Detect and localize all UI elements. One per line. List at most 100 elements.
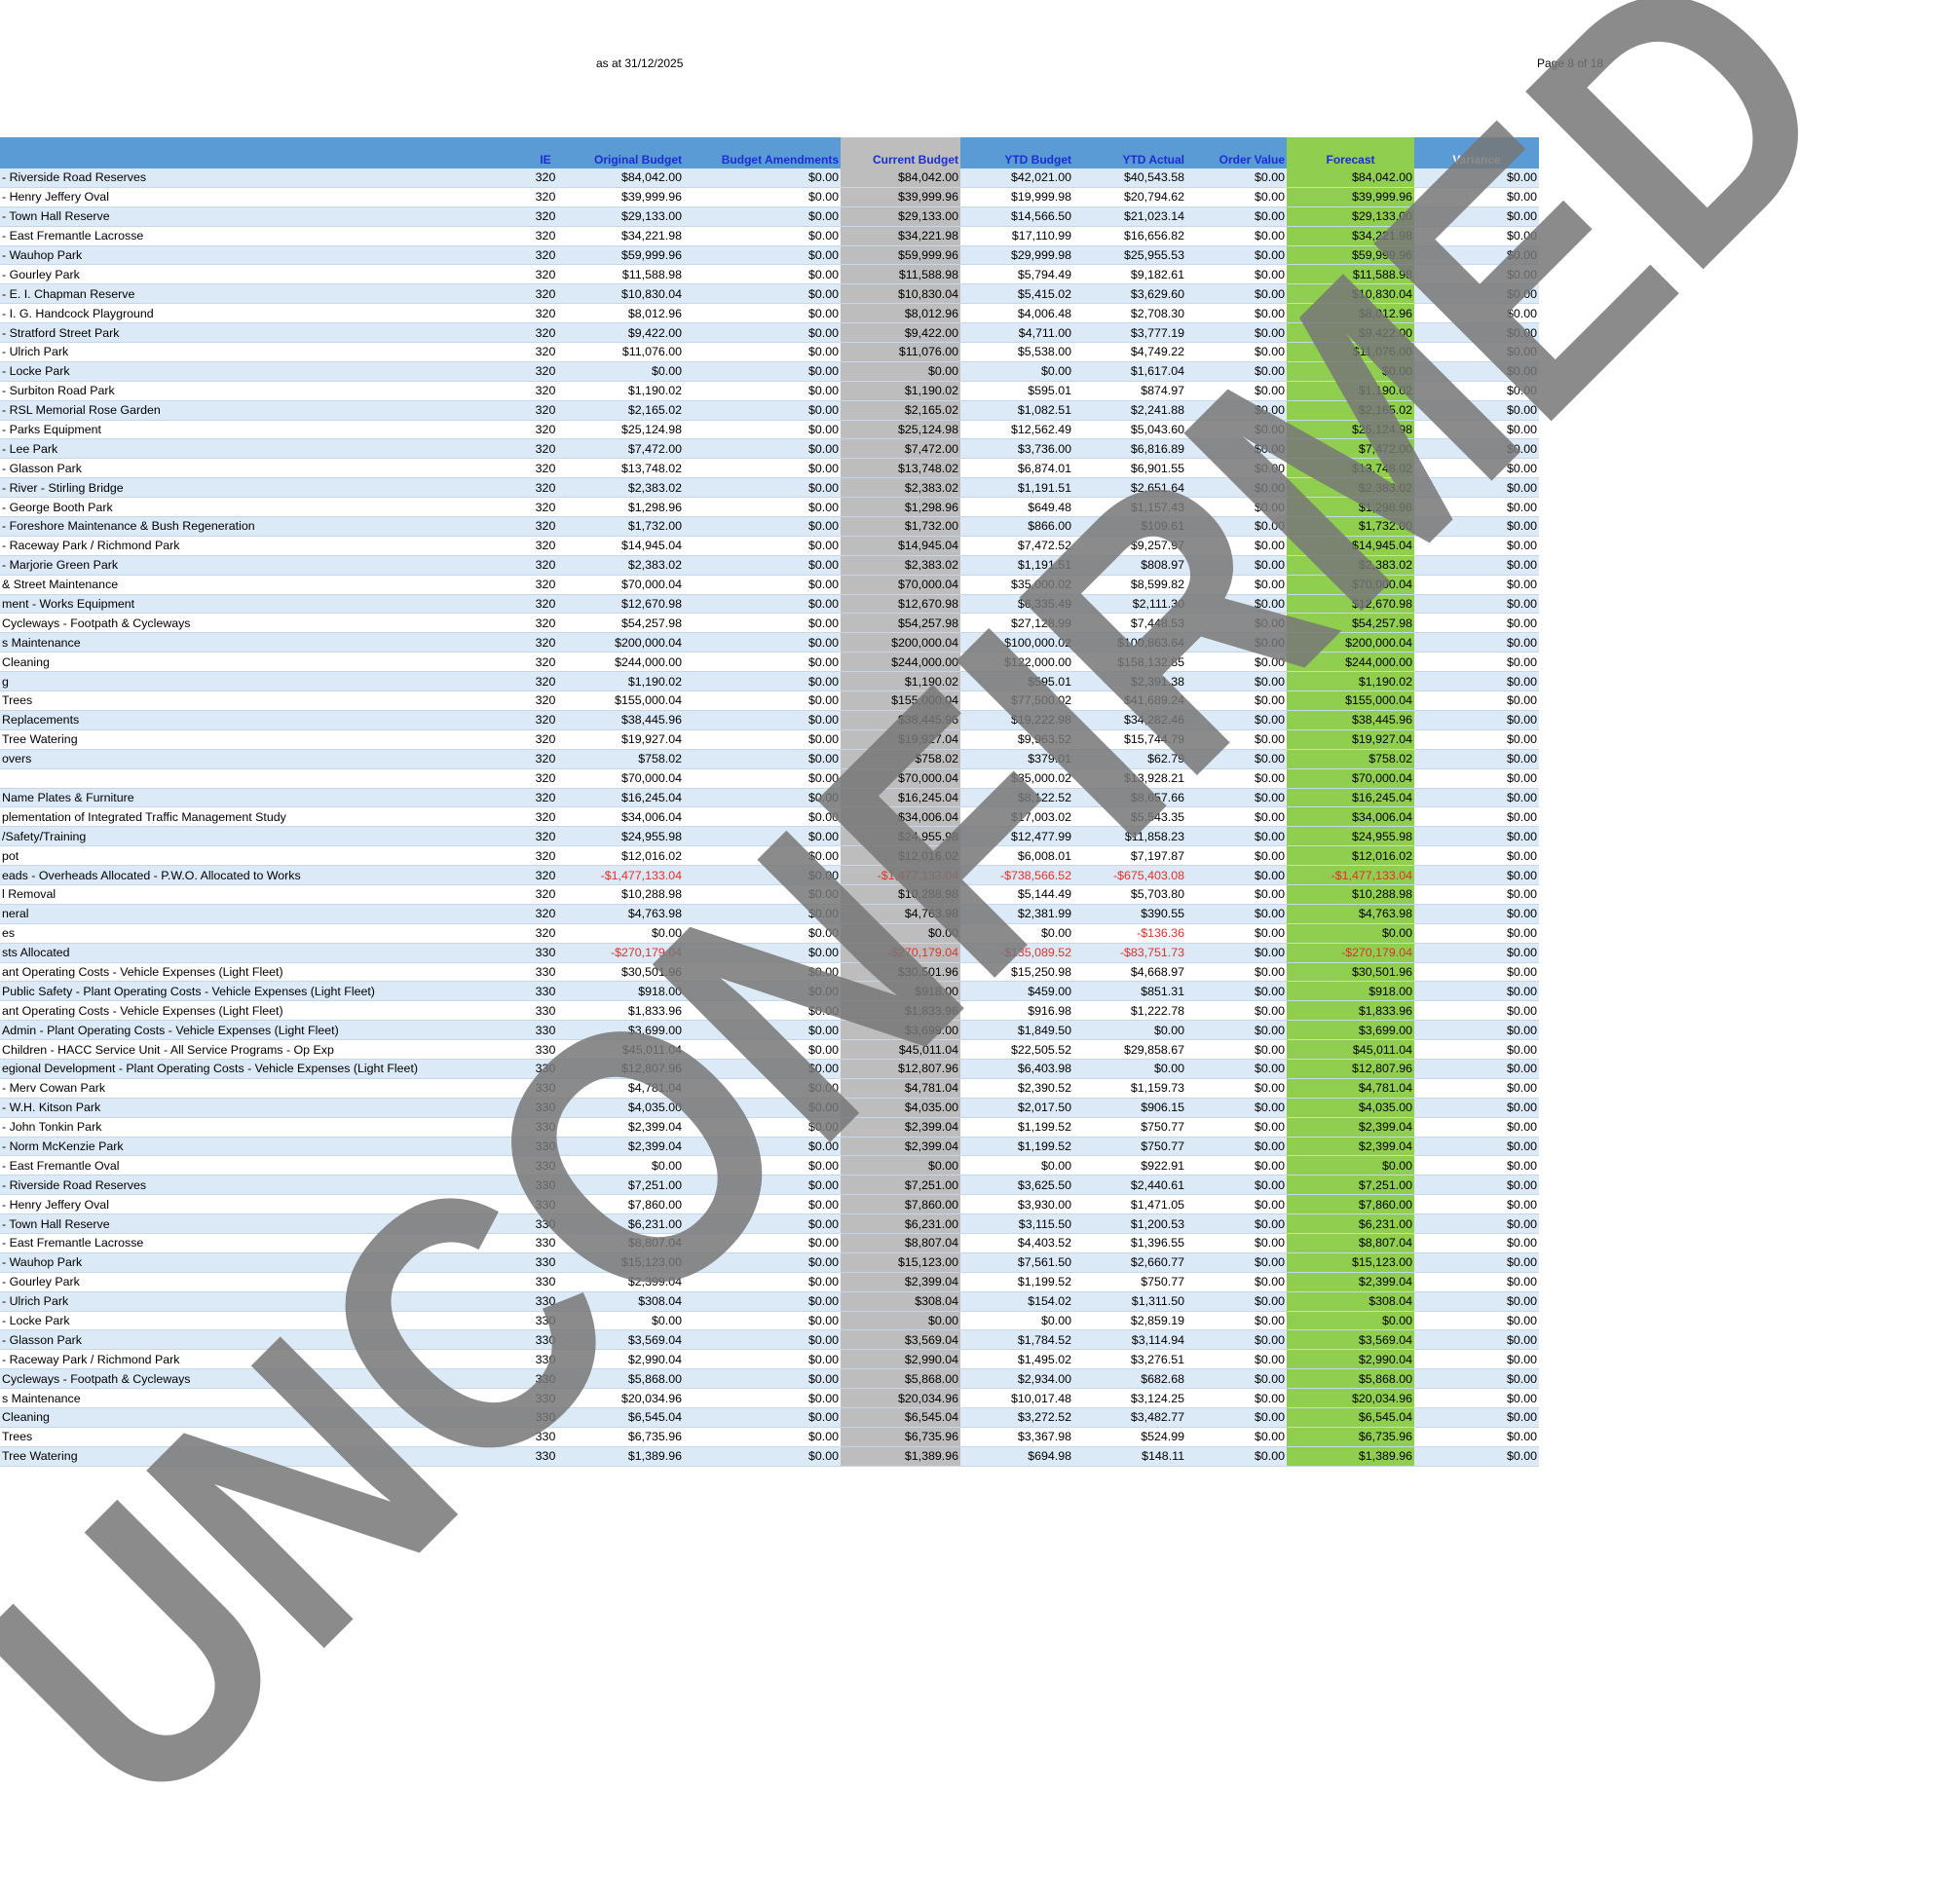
cell-ytd-actual: $15,744.79 <box>1073 729 1186 750</box>
cell-original-budget: $4,035.00 <box>570 1098 684 1118</box>
cell-forecast: $84,042.00 <box>1287 168 1414 188</box>
cell-original-budget: $155,000.04 <box>570 691 684 711</box>
cell-current-budget: $20,034.96 <box>841 1388 960 1408</box>
cell-forecast: $200,000.04 <box>1287 632 1414 653</box>
cell-budget-amendments: $0.00 <box>684 381 841 401</box>
table-row: - Merv Cowan Park 330 $4,781.04 $0.00 $4,781… <box>0 1078 1539 1099</box>
cell-budget-amendments: $0.00 <box>684 575 841 595</box>
cell-order-value: $0.00 <box>1186 613 1287 634</box>
cell-ie: 320 <box>521 361 570 382</box>
cell-description: Trees <box>0 1427 521 1447</box>
cell-budget-amendments: $0.00 <box>684 303 841 324</box>
cell-description: - River - Stirling Bridge <box>0 477 521 499</box>
cell-ytd-budget: $3,930.00 <box>960 1194 1073 1215</box>
table-row: - Raceway Park / Richmond Park 330 $2,990.… <box>0 1349 1539 1370</box>
cell-forecast: $308.04 <box>1287 1291 1414 1312</box>
cell-forecast: $7,472.00 <box>1287 438 1414 460</box>
cell-ytd-budget: $3,625.50 <box>960 1175 1073 1196</box>
cell-forecast: $2,165.02 <box>1287 400 1414 421</box>
cell-budget-amendments: $0.00 <box>684 283 841 305</box>
cell-current-budget: $244,000.00 <box>841 652 960 673</box>
cell-ie: 320 <box>521 845 570 867</box>
cell-variance: $0.00 <box>1414 245 1539 266</box>
cell-ytd-actual: $20,794.62 <box>1073 187 1186 207</box>
cell-ie: 320 <box>521 652 570 673</box>
table-row: - John Tonkin Park 330 $2,399.04 $0.00 $2,39… <box>0 1117 1539 1138</box>
cell-forecast: $11,588.98 <box>1287 264 1414 285</box>
cell-original-budget: $7,860.00 <box>570 1194 684 1215</box>
cell-budget-amendments: $0.00 <box>684 749 841 769</box>
cell-order-value: $0.00 <box>1186 1137 1287 1157</box>
cell-ie: 320 <box>521 710 570 730</box>
cell-ytd-actual: $6,816.89 <box>1073 438 1186 460</box>
cell-description: - Foreshore Maintenance & Bush Regenerat… <box>0 516 521 537</box>
table-row: - RSL Memorial Rose Garden 320 $2,165.02 $0… <box>0 400 1539 421</box>
cell-description: - RSL Memorial Rose Garden <box>0 400 521 421</box>
cell-forecast: $2,399.04 <box>1287 1272 1414 1292</box>
cell-current-budget: $758.02 <box>841 749 960 769</box>
cell-ie: 320 <box>521 400 570 421</box>
cell-order-value: $0.00 <box>1186 749 1287 769</box>
cell-ytd-budget: $154.02 <box>960 1291 1073 1312</box>
cell-ytd-actual: $874.97 <box>1073 381 1186 401</box>
cell-order-value: $0.00 <box>1186 729 1287 750</box>
cell-budget-amendments: $0.00 <box>684 1349 841 1370</box>
cell-current-budget: $2,383.02 <box>841 555 960 576</box>
cell-description: - Gourley Park <box>0 264 521 285</box>
cell-ytd-budget: $2,390.52 <box>960 1078 1073 1099</box>
cell-order-value: $0.00 <box>1186 691 1287 711</box>
cell-variance: $0.00 <box>1414 168 1539 188</box>
cell-original-budget: $1,833.96 <box>570 1000 684 1022</box>
cell-budget-amendments: $0.00 <box>684 710 841 730</box>
cell-budget-amendments: $0.00 <box>684 729 841 750</box>
cell-ie: 330 <box>521 943 570 963</box>
cell-budget-amendments: $0.00 <box>684 981 841 1002</box>
cell-variance: $0.00 <box>1414 381 1539 401</box>
cell-order-value: $0.00 <box>1186 981 1287 1002</box>
cell-variance: $0.00 <box>1414 1427 1539 1447</box>
cell-ytd-budget: $7,472.52 <box>960 536 1073 556</box>
cell-forecast: $13,748.02 <box>1287 458 1414 479</box>
cell-current-budget: $308.04 <box>841 1291 960 1312</box>
table-row: - Wauhop Park 320 $59,999.96 $0.00 $59,999.9… <box>0 245 1539 266</box>
cell-order-value: $0.00 <box>1186 1039 1287 1060</box>
table-row: egional Development - Plant Operating Co… <box>0 1059 1539 1079</box>
table-row: sts Allocated 330 -$270,179.04 $0.00 -$270,1… <box>0 943 1539 963</box>
cell-ie: 330 <box>521 1368 570 1390</box>
cell-forecast: $5,868.00 <box>1287 1368 1414 1390</box>
cell-ytd-budget: $77,500.02 <box>960 691 1073 711</box>
cell-budget-amendments: $0.00 <box>684 923 841 944</box>
cell-original-budget: $7,472.00 <box>570 438 684 460</box>
cell-order-value: $0.00 <box>1186 1407 1287 1428</box>
cell-ytd-actual: $41,689.24 <box>1073 691 1186 711</box>
cell-current-budget: $5,868.00 <box>841 1368 960 1390</box>
cell-order-value: $0.00 <box>1186 904 1287 924</box>
cell-original-budget: $2,399.04 <box>570 1117 684 1138</box>
cell-description: neral <box>0 904 521 924</box>
cell-forecast: $38,445.96 <box>1287 710 1414 730</box>
cell-original-budget: $758.02 <box>570 749 684 769</box>
table-row: ment - Works Equipment 320 $12,670.98 $0.00… <box>0 594 1539 615</box>
cell-current-budget: $4,781.04 <box>841 1078 960 1099</box>
cell-ytd-budget: -$738,566.52 <box>960 865 1073 885</box>
cell-description: egional Development - Plant Operating Co… <box>0 1059 521 1079</box>
cell-current-budget: $6,735.96 <box>841 1427 960 1447</box>
cell-ytd-budget: $1,495.02 <box>960 1349 1073 1370</box>
cell-variance: $0.00 <box>1414 845 1539 867</box>
cell-ie: 320 <box>521 768 570 789</box>
cell-ie: 320 <box>521 187 570 207</box>
cell-description: - East Fremantle Oval <box>0 1155 521 1176</box>
cell-original-budget: $3,699.00 <box>570 1020 684 1041</box>
col-header-variance: Variance <box>1414 137 1539 168</box>
table-row: - Locke Park 330 $0.00 $0.00 $0.00 $0.00 $2,85… <box>0 1311 1539 1331</box>
cell-description: sts Allocated <box>0 943 521 963</box>
cell-order-value: $0.00 <box>1186 1446 1287 1467</box>
cell-forecast: $0.00 <box>1287 923 1414 944</box>
table-row: Replacements 320 $38,445.96 $0.00 $38,445.96… <box>0 710 1539 730</box>
cell-original-budget: $1,190.02 <box>570 671 684 692</box>
cell-ytd-actual: $1,159.73 <box>1073 1078 1186 1099</box>
cell-forecast: $10,288.98 <box>1287 884 1414 905</box>
cell-forecast: $39,999.96 <box>1287 187 1414 207</box>
cell-description: - Raceway Park / Richmond Park <box>0 536 521 556</box>
cell-description: - Town Hall Reserve <box>0 206 521 227</box>
